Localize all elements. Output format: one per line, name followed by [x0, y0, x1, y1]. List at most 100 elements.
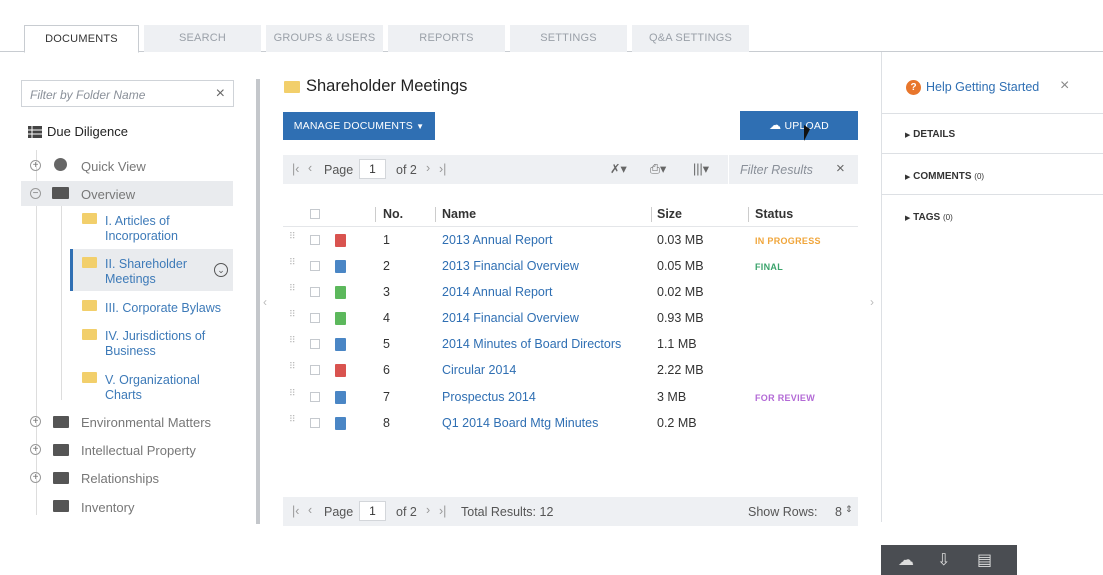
tree-root-label: Due Diligence [47, 124, 128, 139]
tab-qa-settings[interactable]: Q&A SETTINGS [632, 25, 749, 52]
expand-icon[interactable]: + [30, 416, 41, 427]
tray-download-icon[interactable]: ⇩ [937, 550, 950, 570]
tab-groups-users[interactable]: GROUPS & USERS [266, 25, 383, 52]
drag-handle-icon[interactable]: ⠿ [289, 389, 296, 402]
archive-icon[interactable]: ▤ [977, 550, 992, 570]
first-page-icon[interactable]: |‹ [292, 162, 299, 176]
stepper-icon[interactable]: ⇕ [845, 504, 853, 515]
column-header-no[interactable]: No. [383, 207, 403, 221]
tab-search[interactable]: SEARCH [144, 25, 261, 52]
next-page-icon[interactable]: › [426, 503, 430, 517]
sidebar-item-intellectual-property[interactable]: Intellectual Property [81, 443, 196, 458]
sidebar-item-inventory[interactable]: Inventory [81, 500, 134, 515]
sidebar-item-articles[interactable]: I. Articles of Incorporation [105, 214, 178, 244]
cell-name-link[interactable]: Prospectus 2014 [442, 390, 536, 404]
first-page-icon[interactable]: |‹ [292, 504, 299, 518]
select-all-checkbox[interactable] [310, 209, 320, 219]
page-input[interactable]: 1 [359, 501, 386, 521]
drag-handle-icon[interactable]: ⠿ [289, 284, 296, 297]
file-icon [335, 338, 346, 351]
sidebar-scrollbar[interactable] [256, 79, 260, 524]
help-icon[interactable]: ? [906, 80, 921, 95]
help-getting-started-link[interactable]: Help Getting Started [926, 80, 1039, 94]
cell-size: 0.2 MB [657, 416, 697, 430]
details-section-toggle[interactable]: ▶ DETAILS [905, 129, 955, 140]
status-badge: FOR REVIEW [755, 393, 816, 403]
excel-export-icon[interactable]: ✗▾ [610, 161, 627, 176]
cell-name-link[interactable]: 2014 Minutes of Board Directors [442, 337, 621, 351]
caret-right-icon: ▶ [905, 174, 911, 181]
drag-handle-icon[interactable]: ⠿ [289, 232, 296, 245]
col-sep [375, 207, 376, 222]
last-page-icon[interactable]: ›| [439, 504, 446, 518]
drag-handle-icon[interactable]: ⠿ [289, 362, 296, 375]
tab-reports[interactable]: REPORTS [388, 25, 505, 52]
print-icon[interactable]: ⎙▾ [650, 161, 666, 177]
folder-icon [82, 213, 97, 224]
tab-documents[interactable]: DOCUMENTS [24, 25, 139, 53]
comments-count: (0) [974, 172, 985, 181]
sidebar-item-jurisdictions[interactable]: IV. Jurisdictions of Business [105, 329, 205, 359]
sidebar-item-environmental[interactable]: Environmental Matters [81, 415, 211, 430]
tab-settings[interactable]: SETTINGS [510, 25, 627, 52]
cell-name-link[interactable]: Circular 2014 [442, 363, 516, 377]
sidebar-item-overview[interactable]: Overview [81, 187, 135, 202]
folder-filter-input[interactable]: Filter by Folder Name × [21, 80, 234, 107]
last-page-icon[interactable]: ›| [439, 162, 446, 176]
tags-section-toggle[interactable]: ▶ TAGS (0) [905, 212, 953, 223]
prev-page-icon[interactable]: ‹ [308, 503, 312, 517]
row-checkbox[interactable] [310, 261, 320, 271]
cell-name-link[interactable]: 2013 Annual Report [442, 233, 553, 247]
upload-button[interactable]: ☁ UPLOAD [740, 111, 858, 140]
next-page-icon[interactable]: › [426, 161, 430, 175]
comments-section-toggle[interactable]: ▶ COMMENTS (0) [905, 171, 984, 182]
sidebar-item-org-charts[interactable]: V. Organizational Charts [105, 373, 200, 403]
row-checkbox[interactable] [310, 235, 320, 245]
sidebar-item-relationships[interactable]: Relationships [81, 471, 159, 486]
total-results: Total Results: 12 [461, 505, 554, 519]
drag-handle-icon[interactable]: ⠿ [289, 258, 296, 271]
folder-icon [82, 329, 97, 340]
sidebar-item-quick-view[interactable]: Quick View [81, 159, 146, 174]
page-input[interactable]: 1 [359, 159, 386, 179]
row-checkbox[interactable] [310, 287, 320, 297]
cell-name-link[interactable]: 2013 Financial Overview [442, 259, 579, 273]
folder-icon [82, 300, 97, 311]
collapse-icon[interactable]: − [30, 188, 41, 199]
expand-icon[interactable]: + [30, 444, 41, 455]
column-header-name[interactable]: Name [442, 207, 476, 221]
filter-results-input[interactable]: Filter Results [740, 163, 813, 177]
prev-page-icon[interactable]: ‹ [308, 161, 312, 175]
close-icon[interactable]: × [1060, 77, 1069, 95]
column-header-status[interactable]: Status [755, 207, 793, 221]
collapse-right-icon[interactable]: › [870, 295, 874, 309]
drag-handle-icon[interactable]: ⠿ [289, 415, 296, 428]
column-header-size[interactable]: Size [657, 207, 682, 221]
expand-icon[interactable]: + [30, 472, 41, 483]
row-checkbox[interactable] [310, 313, 320, 323]
label-line: Incorporation [105, 229, 178, 243]
row-checkbox[interactable] [310, 392, 320, 402]
sidebar-item-shareholder-meetings[interactable]: II. Shareholder Meetings [105, 257, 187, 287]
columns-icon[interactable]: |||▾ [693, 161, 709, 176]
cell-name-link[interactable]: 2014 Financial Overview [442, 311, 579, 325]
chevron-down-icon[interactable]: ⌄ [214, 263, 228, 277]
cloud-upload-icon[interactable]: ☁ [898, 550, 914, 570]
expand-icon[interactable]: + [30, 160, 41, 171]
cell-name-link[interactable]: Q1 2014 Board Mtg Minutes [442, 416, 598, 430]
folder-icon [53, 500, 69, 512]
row-checkbox[interactable] [310, 418, 320, 428]
row-checkbox[interactable] [310, 365, 320, 375]
comments-label: COMMENTS [913, 171, 972, 182]
clear-results-filter-icon[interactable]: × [836, 160, 845, 177]
row-checkbox[interactable] [310, 339, 320, 349]
collapse-left-icon[interactable]: ‹ [263, 295, 267, 309]
divider [882, 153, 1103, 154]
manage-documents-button[interactable]: MANAGE DOCUMENTS ▼ [283, 112, 435, 140]
cell-name-link[interactable]: 2014 Annual Report [442, 285, 553, 299]
clear-filter-icon[interactable]: × [216, 85, 225, 103]
drag-handle-icon[interactable]: ⠿ [289, 310, 296, 323]
show-rows-select[interactable]: 8 [835, 505, 842, 519]
sidebar-item-corporate-bylaws[interactable]: III. Corporate Bylaws [105, 301, 221, 316]
drag-handle-icon[interactable]: ⠿ [289, 336, 296, 349]
